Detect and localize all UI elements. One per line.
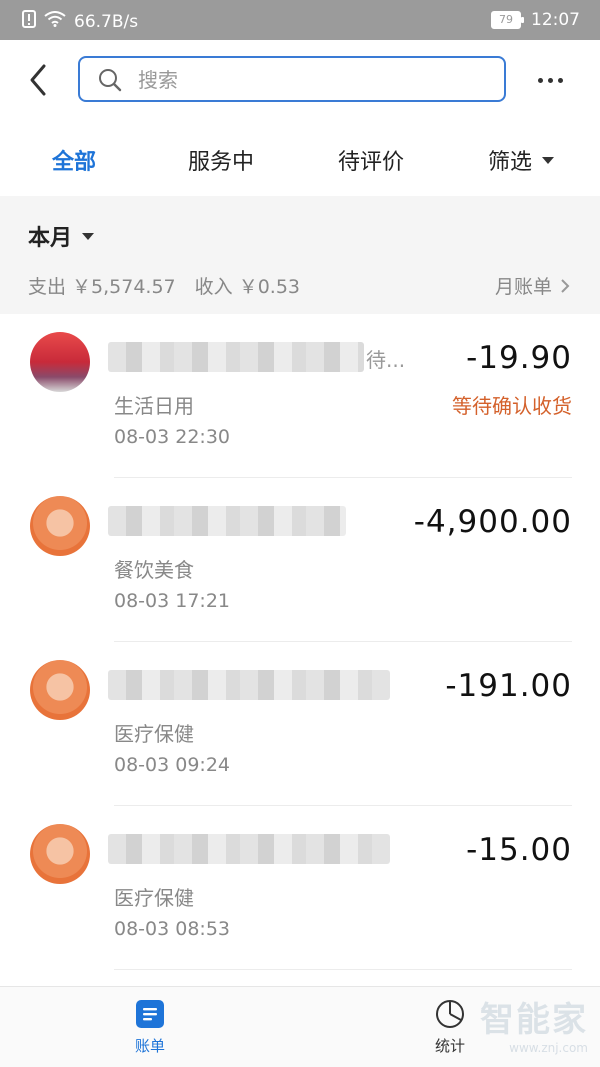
transaction-row[interactable]: 餐饮美食 08-03 17:21 -4,900.00 [0,478,600,642]
search-box[interactable] [78,56,506,102]
caret-down-icon [542,156,555,164]
nav-stats-label: 统计 [434,1037,465,1055]
merchant-name-redacted [108,670,390,700]
transaction-row[interactable]: 待... 生活日用 08-03 22:30 -19.90 等待确认收货 [0,314,600,478]
merchant-name-redacted [108,506,346,536]
watermark-url: www.znj.com [509,1041,588,1055]
alert-icon [22,10,36,33]
merchant-name-tail: 待... [366,348,406,372]
transaction-amount: -4,900.00 [413,504,572,540]
merchant-avatar [30,660,90,720]
transaction-amount: -19.90 [466,340,572,376]
transaction-amount: -15.00 [466,832,572,868]
caret-down-icon [82,232,95,240]
dot-icon [538,77,543,83]
transaction-time: 08-03 09:24 [114,754,231,776]
bill-icon [135,999,165,1029]
dot-icon [548,77,553,83]
divider [114,969,572,970]
wifi-icon [44,11,66,32]
more-options-button[interactable] [538,70,572,90]
transaction-category: 餐饮美食 [114,558,194,582]
month-label: 本月 [28,226,73,251]
pie-chart-icon [435,999,465,1029]
transaction-category: 生活日用 [114,394,194,418]
battery-icon: 79 [491,11,524,29]
nav-bills-label: 账单 [134,1037,165,1055]
transaction-time: 08-03 08:53 [114,918,231,940]
month-selector[interactable]: 本月 [28,220,95,252]
period-summary: 支出 ￥5,574.57 收入 ￥0.53 [28,276,300,298]
search-icon [98,68,122,92]
header [0,40,600,120]
chevron-left-icon [30,64,46,96]
transaction-status: 等待确认收货 [452,394,572,418]
transaction-amount: -191.00 [445,668,572,704]
tab-all[interactable]: 全部 [52,144,96,176]
status-right: 79 12:07 [491,10,580,30]
transaction-time: 08-03 17:21 [114,590,231,612]
transaction-row[interactable]: 医疗保健 08-03 09:24 -191.00 [0,642,600,806]
tab-filter[interactable]: 筛选 [488,144,555,176]
merchant-name-redacted [108,834,390,864]
bottom-nav: 账单 统计 智能家 www.znj.com [0,986,600,1067]
nav-bills[interactable]: 账单 [115,999,185,1056]
merchant-name-redacted [108,342,364,372]
filter-tabs: 全部 服务中 待评价 筛选 [0,120,600,196]
tab-in-service[interactable]: 服务中 [188,144,254,176]
search-input[interactable] [136,66,480,94]
tab-to-review[interactable]: 待评价 [338,144,404,176]
merchant-avatar [30,824,90,884]
period-section: 本月 支出 ￥5,574.57 收入 ￥0.53 月账单 [0,196,600,314]
monthly-bill-label: 月账单 [494,276,552,298]
merchant-avatar [30,332,90,392]
clock: 12:07 [531,10,580,30]
nav-stats[interactable]: 统计 [415,999,485,1056]
net-speed: 66.7B/s [74,11,139,32]
watermark: 智能家 www.znj.com [480,992,588,1055]
transaction-category: 医疗保健 [114,722,194,746]
transaction-row[interactable]: 医疗保健 08-03 08:53 -15.00 [0,806,600,970]
status-bar: 66.7B/s 79 12:07 [0,0,600,40]
watermark-text: 智能家 [480,1000,588,1040]
transaction-category: 医疗保健 [114,886,194,910]
monthly-bill-link[interactable]: 月账单 [495,272,570,299]
tab-filter-label: 筛选 [488,150,533,175]
transaction-time: 08-03 22:30 [114,426,231,448]
back-button[interactable] [24,62,56,98]
status-left: 66.7B/s [22,10,138,33]
chevron-right-icon [561,278,570,293]
dot-icon [558,77,563,83]
merchant-avatar [30,496,90,556]
